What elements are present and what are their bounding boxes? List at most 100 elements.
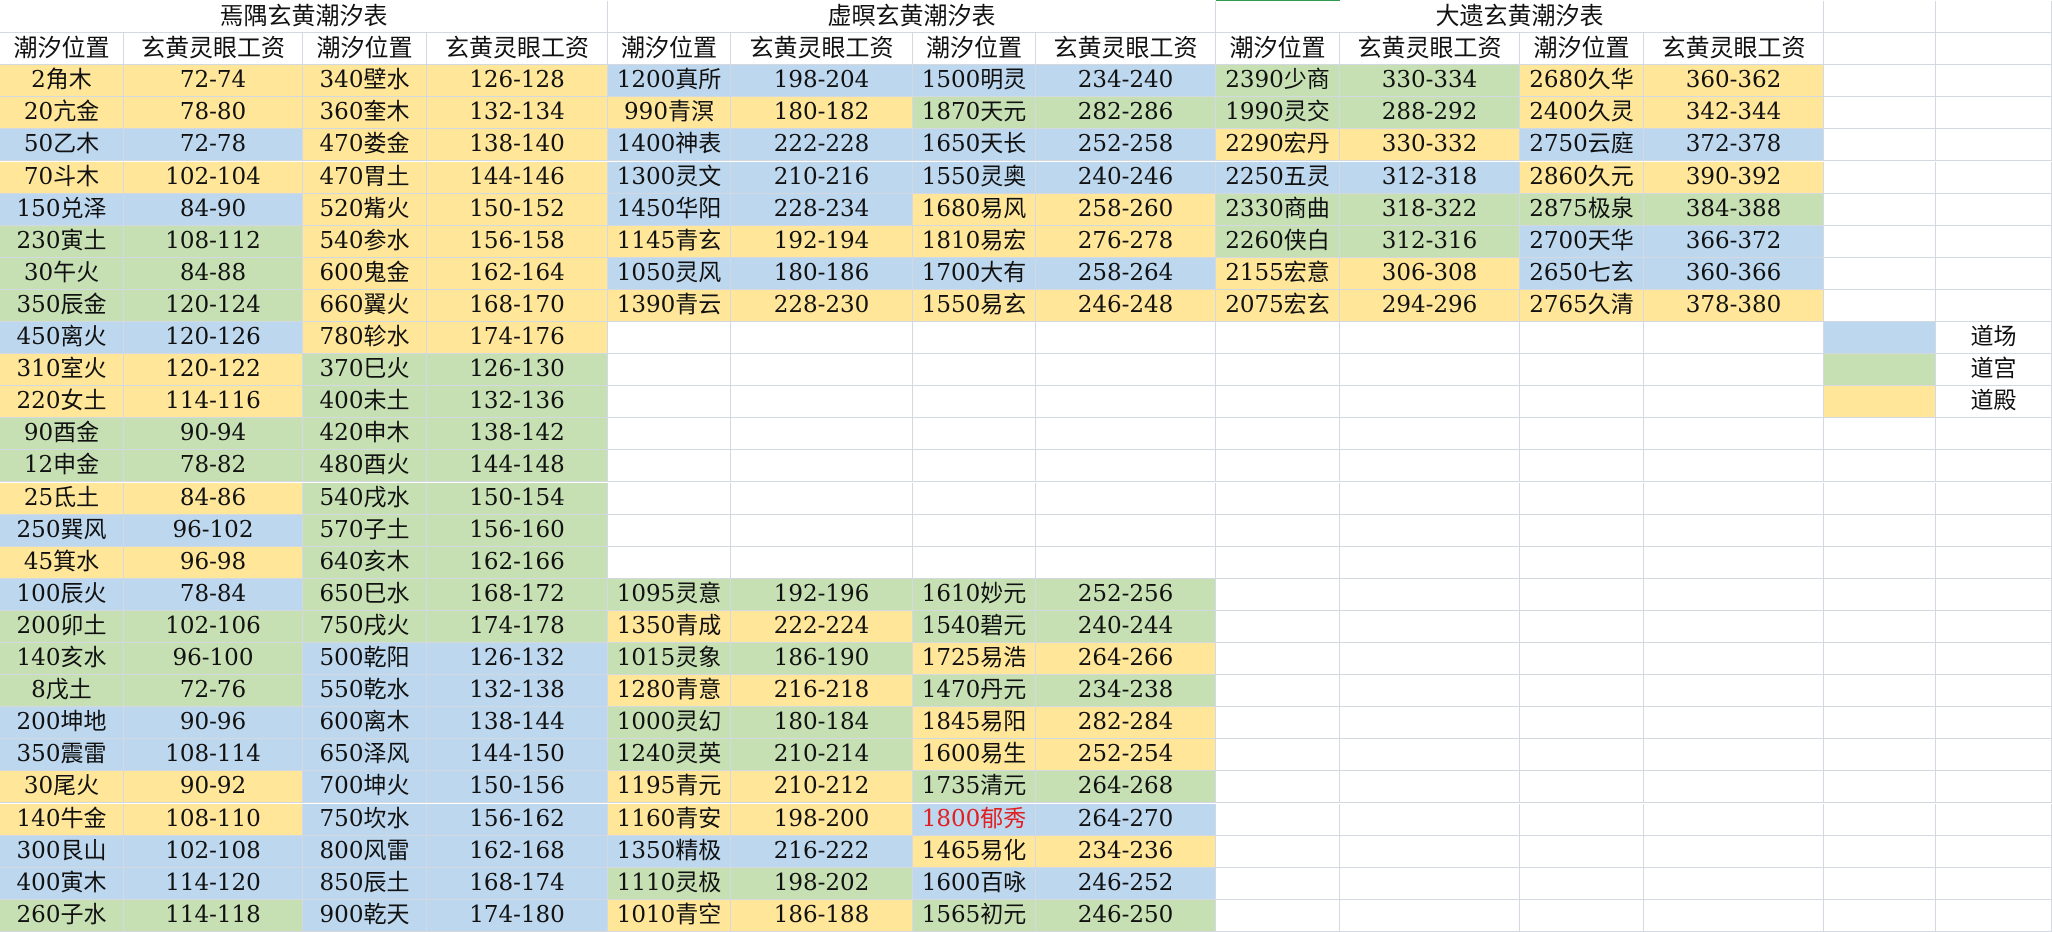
empty-cell[interactable] — [1644, 386, 1824, 419]
wage-range-cell[interactable]: 108-112 — [124, 225, 303, 258]
tide-position-cell[interactable]: 990青溟 — [608, 97, 731, 130]
empty-cell[interactable] — [1340, 835, 1520, 868]
wage-range-cell[interactable]: 366-372 — [1644, 225, 1824, 258]
tide-position-cell[interactable]: 340壁水 — [303, 65, 427, 98]
empty-cell[interactable] — [1520, 867, 1644, 900]
tide-position-cell[interactable]: 550乾水 — [303, 675, 427, 708]
wage-range-cell[interactable]: 102-108 — [124, 835, 303, 868]
empty-cell[interactable] — [913, 514, 1036, 547]
empty-cell[interactable] — [1216, 546, 1340, 579]
tide-position-cell[interactable]: 370巳火 — [303, 354, 427, 387]
empty-cell[interactable] — [1216, 707, 1340, 740]
tide-position-cell[interactable]: 1000灵幻 — [608, 707, 731, 740]
tide-position-cell[interactable]: 1390青云 — [608, 289, 731, 322]
empty-cell[interactable] — [1036, 418, 1216, 451]
legend-label[interactable]: 道宫 — [1936, 354, 2052, 387]
tide-position-cell[interactable]: 1600百咏 — [913, 867, 1036, 900]
wage-range-cell[interactable]: 144-146 — [427, 161, 608, 194]
empty-cell[interactable] — [1824, 739, 1936, 772]
empty-cell[interactable] — [608, 418, 731, 451]
tide-position-cell[interactable]: 470胃土 — [303, 161, 427, 194]
empty-cell[interactable] — [1824, 899, 1936, 932]
tide-position-cell[interactable]: 1280青意 — [608, 675, 731, 708]
wage-range-cell[interactable]: 210-212 — [731, 771, 913, 804]
empty-cell[interactable] — [1824, 450, 1936, 483]
tide-position-cell[interactable]: 1800郁秀 — [913, 803, 1036, 836]
wage-range-cell[interactable]: 246-248 — [1036, 289, 1216, 322]
wage-range-cell[interactable]: 306-308 — [1340, 257, 1520, 290]
tide-position-cell[interactable]: 8戊土 — [0, 675, 124, 708]
wage-range-cell[interactable]: 180-184 — [731, 707, 913, 740]
wage-range-cell[interactable]: 174-180 — [427, 899, 608, 932]
legend-label[interactable]: 道殿 — [1936, 386, 2052, 419]
wage-range-cell[interactable]: 192-196 — [731, 578, 913, 611]
wage-range-cell[interactable]: 126-130 — [427, 354, 608, 387]
tide-position-cell[interactable]: 50乙木 — [0, 129, 124, 162]
empty-cell[interactable] — [731, 482, 913, 515]
column-header[interactable]: 玄黄灵眼工资 — [427, 33, 608, 66]
wage-range-cell[interactable]: 72-74 — [124, 65, 303, 98]
tide-position-cell[interactable]: 1735清元 — [913, 771, 1036, 804]
wage-range-cell[interactable]: 198-204 — [731, 65, 913, 98]
empty-cell[interactable] — [1340, 739, 1520, 772]
wage-range-cell[interactable]: 84-90 — [124, 193, 303, 226]
tide-position-cell[interactable]: 1650天长 — [913, 129, 1036, 162]
tide-position-cell[interactable]: 2075宏玄 — [1216, 289, 1340, 322]
wage-range-cell[interactable]: 84-86 — [124, 482, 303, 515]
empty-cell[interactable] — [1644, 899, 1824, 932]
wage-range-cell[interactable]: 174-176 — [427, 322, 608, 355]
empty-cell[interactable] — [1216, 450, 1340, 483]
wage-range-cell[interactable]: 246-250 — [1036, 899, 1216, 932]
wage-range-cell[interactable]: 78-84 — [124, 578, 303, 611]
wage-range-cell[interactable]: 360-366 — [1644, 257, 1824, 290]
tide-position-cell[interactable]: 1350精极 — [608, 835, 731, 868]
empty-cell[interactable] — [1520, 610, 1644, 643]
empty-cell[interactable] — [1216, 771, 1340, 804]
empty-cell[interactable] — [1824, 289, 1936, 322]
tide-position-cell[interactable]: 100辰火 — [0, 578, 124, 611]
tide-position-cell[interactable]: 1145青玄 — [608, 225, 731, 258]
empty-cell[interactable] — [1824, 771, 1936, 804]
tide-position-cell[interactable]: 900乾天 — [303, 899, 427, 932]
empty-cell[interactable] — [1936, 867, 2052, 900]
wage-range-cell[interactable]: 216-218 — [731, 675, 913, 708]
tide-position-cell[interactable]: 90酉金 — [0, 418, 124, 451]
empty-cell[interactable] — [913, 546, 1036, 579]
empty-cell[interactable] — [1036, 482, 1216, 515]
empty-cell[interactable] — [1824, 193, 1936, 226]
empty-cell[interactable] — [1824, 867, 1936, 900]
tide-position-cell[interactable]: 480酉火 — [303, 450, 427, 483]
wage-range-cell[interactable]: 330-334 — [1340, 65, 1520, 98]
wage-range-cell[interactable]: 90-96 — [124, 707, 303, 740]
empty-cell[interactable] — [1036, 354, 1216, 387]
empty-cell[interactable] — [1936, 289, 2052, 322]
wage-range-cell[interactable]: 138-144 — [427, 707, 608, 740]
wage-range-cell[interactable]: 252-254 — [1036, 739, 1216, 772]
tide-position-cell[interactable]: 310室火 — [0, 354, 124, 387]
empty-cell[interactable] — [1936, 835, 2052, 868]
wage-range-cell[interactable]: 102-106 — [124, 610, 303, 643]
empty-cell[interactable] — [1216, 322, 1340, 355]
tide-position-cell[interactable]: 1870天元 — [913, 97, 1036, 130]
tide-position-cell[interactable]: 200卯土 — [0, 610, 124, 643]
tide-position-cell[interactable]: 2680久华 — [1520, 65, 1644, 98]
empty-cell[interactable] — [1340, 514, 1520, 547]
empty-cell[interactable] — [1824, 65, 1936, 98]
wage-range-cell[interactable]: 126-132 — [427, 643, 608, 676]
tide-position-cell[interactable]: 220女土 — [0, 386, 124, 419]
tide-position-cell[interactable]: 1465易化 — [913, 835, 1036, 868]
wage-range-cell[interactable]: 228-230 — [731, 289, 913, 322]
tide-position-cell[interactable]: 30午火 — [0, 257, 124, 290]
empty-cell[interactable] — [1644, 514, 1824, 547]
empty-cell[interactable] — [1340, 418, 1520, 451]
tide-position-cell[interactable]: 540戌水 — [303, 482, 427, 515]
column-header[interactable]: 潮汐位置 — [303, 33, 427, 66]
empty-cell[interactable] — [1216, 739, 1340, 772]
empty-cell[interactable] — [913, 386, 1036, 419]
wage-range-cell[interactable]: 156-160 — [427, 514, 608, 547]
empty-cell[interactable] — [1936, 707, 2052, 740]
empty-cell[interactable] — [1520, 514, 1644, 547]
tide-position-cell[interactable]: 520觜火 — [303, 193, 427, 226]
wage-range-cell[interactable]: 216-222 — [731, 835, 913, 868]
empty-cell[interactable] — [1520, 386, 1644, 419]
